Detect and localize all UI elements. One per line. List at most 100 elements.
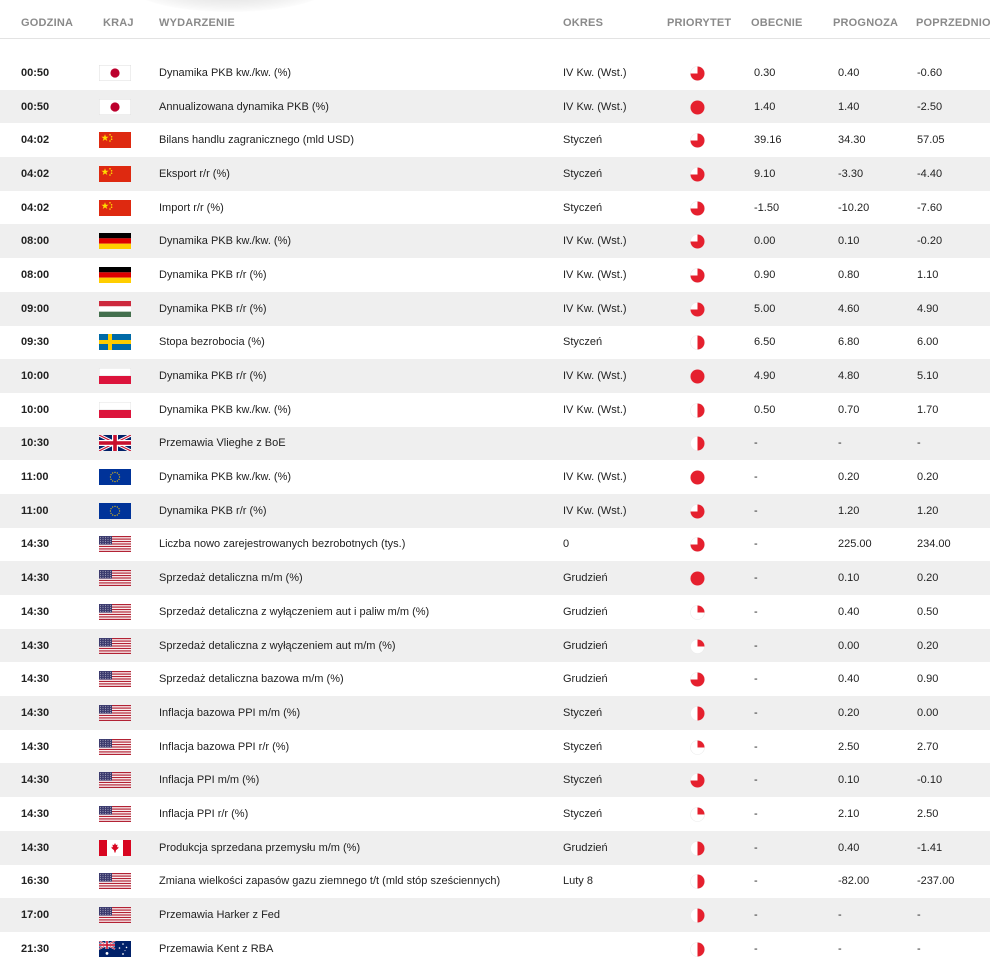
header-event[interactable]: WYDARZENIE [159, 17, 235, 29]
event-period: IV Kw. (Wst.) [563, 370, 627, 383]
previous-value: -0.10 [917, 774, 943, 787]
forecast-value: 2.10 [838, 807, 860, 820]
event-name[interactable]: Sprzedaż detaliczna z wyłączeniem aut i … [159, 606, 429, 618]
previous-value: 5.10 [917, 370, 939, 383]
event-name[interactable]: Dynamika PKB kw./kw. (%) [159, 404, 291, 416]
table-row[interactable]: 10:30 Przemawia Vlieghe z BoE - - - [0, 426, 990, 461]
priority-pie-icon [690, 402, 705, 418]
event-name[interactable]: Inflacja bazowa PPI m/m (%) [159, 707, 300, 719]
event-period: 0 [563, 538, 570, 551]
event-name[interactable]: Przemawia Vlieghe z BoE [159, 437, 286, 449]
table-row[interactable]: 14:30 Inflacja PPI m/m (%) Styczeń -0.10 -0.… [0, 763, 990, 798]
event-name[interactable]: Sprzedaż detaliczna bazowa m/m (%) [159, 673, 344, 685]
event-period: Grudzień [563, 673, 608, 686]
table-row[interactable]: 09:00 Dynamika PKB r/r (%) IV Kw. (Wst.) 5.… [0, 291, 990, 326]
table-row[interactable]: 10:00 Dynamika PKB r/r (%) IV Kw. (Wst.) 4.… [0, 359, 990, 393]
decorative-shadow [130, 0, 330, 12]
header-previous[interactable]: POPRZEDNIO [916, 17, 990, 29]
current-value: -1.50 [754, 201, 780, 214]
header-period[interactable]: OKRES [563, 17, 603, 29]
table-row[interactable]: 14:30 Produkcja sprzedana przemysłu m/m (… [0, 830, 990, 865]
table-row[interactable]: 14:30 Sprzedaż detaliczna z wyłączeniem a… [0, 595, 990, 629]
table-row[interactable]: 21:30 Przemawia Kent z RBA - - - [0, 932, 990, 966]
table-row[interactable]: 04:02 Eksport r/r (%) Styczeń 9.10 -3.30 -4.4… [0, 157, 990, 191]
priority-pie-icon [690, 470, 705, 485]
table-row[interactable]: 16:30 Zmiana wielkości zapasów gazu ziemn… [0, 865, 990, 899]
event-name[interactable]: Sprzedaż detaliczna z wyłączeniem aut m/… [159, 640, 396, 652]
event-name[interactable]: Sprzedaż detaliczna m/m (%) [159, 572, 303, 584]
table-row[interactable]: 04:02 Import r/r (%) Styczeń -1.50 -10.20 -7.… [0, 191, 990, 225]
event-name[interactable]: Inflacja PPI r/r (%) [159, 808, 248, 820]
event-time: 04:02 [21, 201, 50, 214]
previous-value: 0.50 [917, 605, 939, 618]
event-period: IV Kw. (Wst.) [563, 471, 627, 484]
event-name[interactable]: Zmiana wielkości zapasów gazu ziemnego t… [159, 875, 500, 887]
forecast-value: 1.20 [838, 504, 860, 517]
table-row[interactable]: 14:30 Inflacja bazowa PPI m/m (%) Styczeń -… [0, 696, 990, 730]
event-name[interactable]: Inflacja bazowa PPI r/r (%) [159, 741, 289, 753]
event-time: 14:30 [21, 706, 50, 719]
forecast-value: 225.00 [838, 538, 872, 551]
table-row[interactable]: 14:30 Inflacja PPI r/r (%) Styczeń - 2.10 2.5… [0, 797, 990, 831]
event-name[interactable]: Przemawia Kent z RBA [159, 943, 273, 955]
event-name[interactable]: Dynamika PKB r/r (%) [159, 303, 267, 315]
table-row[interactable]: 09:30 Stopa bezrobocia (%) Styczeń 6.50 6.80… [0, 326, 990, 360]
header-forecast[interactable]: PROGNOZA [833, 17, 898, 29]
current-value: - [754, 673, 758, 686]
table-row[interactable]: 14:30 Inflacja bazowa PPI r/r (%) Styczeń -… [0, 730, 990, 764]
event-name[interactable]: Stopa bezrobocia (%) [159, 336, 265, 348]
usa-flag-icon [99, 907, 131, 924]
table-row[interactable]: 00:50 Annualizowana dynamika PKB (%) IV Kw… [0, 89, 990, 124]
table-row[interactable]: 14:30 Sprzedaż detaliczna z wyłączeniem a… [0, 628, 990, 663]
event-name[interactable]: Dynamika PKB r/r (%) [159, 505, 267, 517]
eu-flag-icon [99, 469, 131, 486]
previous-value: 57.05 [917, 134, 945, 147]
event-name[interactable]: Dynamika PKB kw./kw. (%) [159, 471, 291, 483]
table-row[interactable]: 08:00 Dynamika PKB kw./kw. (%) IV Kw. (Wst… [0, 224, 990, 259]
header-priority[interactable]: PRIORYTET [667, 17, 731, 29]
priority-pie-icon [690, 369, 705, 384]
event-name[interactable]: Bilans handlu zagranicznego (mld USD) [159, 134, 354, 146]
table-row[interactable]: 17:00 Przemawia Harker z Fed - - - [0, 898, 990, 932]
usa-flag-icon [99, 671, 131, 688]
table-row[interactable]: 14:30 Sprzedaż detaliczna bazowa m/m (%) G… [0, 662, 990, 696]
table-row[interactable]: 14:30 Sprzedaż detaliczna m/m (%) Grudzień… [0, 561, 990, 595]
priority-pie-icon [690, 200, 705, 216]
event-name[interactable]: Liczba nowo zarejestrowanych bezrobotnyc… [159, 538, 405, 550]
table-row[interactable]: 10:00 Dynamika PKB kw./kw. (%) IV Kw. (Wst… [0, 393, 990, 427]
forecast-value: -82.00 [838, 875, 870, 888]
header-country[interactable]: KRAJ [103, 17, 134, 29]
table-row[interactable]: 11:00 Dynamika PKB kw./kw. (%) IV Kw. (Wst… [0, 460, 990, 494]
current-value: - [754, 572, 758, 585]
table-row[interactable]: 08:00 Dynamika PKB r/r (%) IV Kw. (Wst.) 0.… [0, 258, 990, 292]
event-name[interactable]: Import r/r (%) [159, 202, 224, 214]
table-row[interactable]: 11:00 Dynamika PKB r/r (%) IV Kw. (Wst.) - 1… [0, 493, 990, 528]
previous-value: -0.60 [917, 66, 943, 79]
header-current[interactable]: OBECNIE [751, 17, 803, 29]
event-name[interactable]: Eksport r/r (%) [159, 168, 230, 180]
event-name[interactable]: Dynamika PKB r/r (%) [159, 269, 267, 281]
event-name[interactable]: Produkcja sprzedana przemysłu m/m (%) [159, 842, 360, 854]
event-time: 10:30 [21, 437, 50, 450]
previous-value: - [917, 942, 921, 955]
event-name[interactable]: Dynamika PKB kw./kw. (%) [159, 67, 291, 79]
event-name[interactable]: Przemawia Harker z Fed [159, 909, 280, 921]
event-time: 17:00 [21, 909, 50, 922]
forecast-value: 2.50 [838, 740, 860, 753]
current-value: 0.00 [754, 235, 776, 248]
table-row[interactable]: 14:30 Liczba nowo zarejestrowanych bezrob… [0, 528, 990, 562]
current-value: - [754, 437, 758, 450]
china-flag-icon [99, 165, 131, 182]
table-header: GODZINA KRAJ WYDARZENIE OKRES PRIORYTET … [0, 0, 990, 39]
table-row[interactable]: 00:50 Dynamika PKB kw./kw. (%) IV Kw. (Wst… [0, 56, 990, 90]
event-name[interactable]: Dynamika PKB r/r (%) [159, 370, 267, 382]
event-time: 04:02 [21, 167, 50, 180]
event-name[interactable]: Inflacja PPI m/m (%) [159, 774, 259, 786]
priority-pie-icon [690, 941, 705, 957]
events-table-body: 00:50 Dynamika PKB kw./kw. (%) IV Kw. (Wst… [0, 56, 990, 966]
event-name[interactable]: Annualizowana dynamika PKB (%) [159, 101, 329, 113]
priority-pie-icon [690, 706, 705, 721]
table-row[interactable]: 04:02 Bilans handlu zagranicznego (mld US… [0, 123, 990, 157]
event-name[interactable]: Dynamika PKB kw./kw. (%) [159, 235, 291, 247]
header-time[interactable]: GODZINA [21, 17, 73, 29]
